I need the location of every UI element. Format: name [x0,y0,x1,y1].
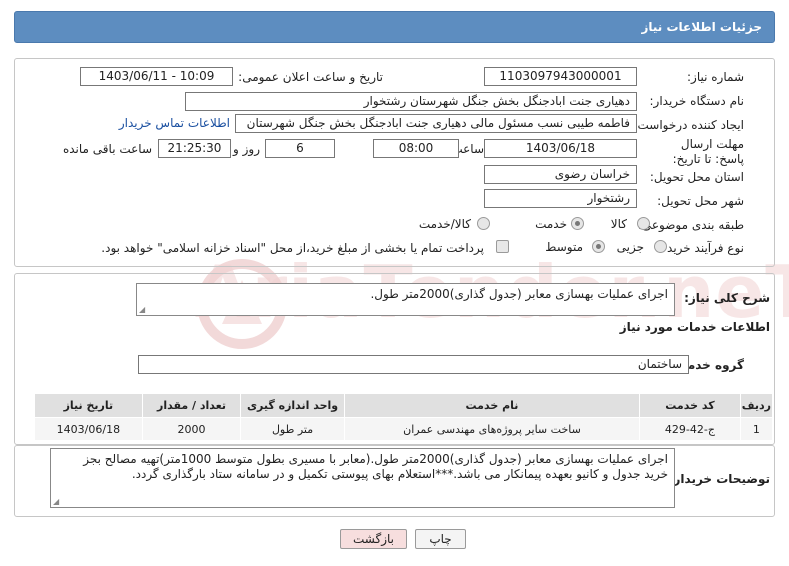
remaining-days-field: 6 [265,139,335,158]
category-radio-service[interactable] [571,217,584,230]
remaining-days-label: روز و [233,142,260,156]
city-label: شهر محل تحویل: [657,194,744,208]
need-summary-label: شرح کلی نیاز: [684,291,770,305]
remaining-time-field: 21:25:30 [158,139,231,158]
province-field: خراسان رضوی [484,165,637,184]
back-button[interactable]: بازگشت [340,529,407,549]
category-option-goods-service: کالا/خدمت [418,217,471,231]
province-label: استان محل تحویل: [649,170,744,184]
category-option-goods: کالا [610,217,627,231]
need-summary-textarea: اجرای عملیات بهسازی معابر (جدول گذاری)20… [136,283,675,316]
need-number-field: 1103097943000001 [484,67,637,86]
cell-need-date: 1403/06/18 [34,417,143,441]
buyer-notes-textarea: اجرای عملیات بهسازی معابر (جدول گذاری)20… [50,448,675,508]
category-radio-goods[interactable] [637,217,650,230]
process-radio-minor[interactable] [654,240,667,253]
category-option-service: خدمت [535,217,567,231]
requester-label: ایجاد کننده درخواست: [633,118,744,132]
resize-grip-icon[interactable]: ◢ [53,498,59,506]
city-field: رشتخوار [484,189,637,208]
category-radio-goods-service[interactable] [477,217,490,230]
col-row: ردیف [739,393,774,418]
buyer-notes-text: اجرای عملیات بهسازی معابر (جدول گذاری)20… [83,452,668,481]
col-need-date: تاریخ نیاز [34,393,143,418]
services-table-header: ردیف کد خدمت نام خدمت واحد اندازه گیری ت… [34,393,774,418]
deadline-label: مهلت ارسال پاسخ: تا تاریخ: [672,137,744,166]
print-button[interactable]: چاپ [415,529,466,549]
cell-service-code: ج-42-429 [639,417,741,441]
cell-row: 1 [739,417,774,441]
col-unit: واحد اندازه گیری [240,393,345,418]
services-section-title: اطلاعات خدمات مورد نیاز [619,320,770,334]
buyer-contact-link[interactable]: اطلاعات تماس خریدار [119,116,230,130]
col-quantity: تعداد / مقدار [141,393,242,418]
buyer-org-label: نام دستگاه خریدار: [649,94,745,108]
process-option-medium: متوسط [545,240,583,254]
deadline-date-field: 1403/06/18 [484,139,637,158]
requester-field: فاطمه طیبی نسب مسئول مالی دهیاری جنت ابا… [235,114,637,133]
buyer-notes-label: توضیحات خریدار: [668,472,770,486]
category-label: طبقه بندی موضوعی: [637,218,744,232]
process-type-label: نوع فرآیند خرید : [659,241,744,255]
services-table: ردیف کد خدمت نام خدمت واحد اندازه گیری ت… [34,393,774,441]
announce-datetime-field: 1403/06/11 - 10:09 [80,67,233,86]
buyer-org-field: دهیاری جنت ابادجنگل بخش جنگل شهرستان رشت… [185,92,637,111]
cell-unit: متر طول [240,417,345,441]
table-row: 1 ج-42-429 ساخت سایر پروژه‌های مهندسی عم… [34,417,774,441]
service-group-field: ساختمان [138,355,689,374]
treasury-payment-checkbox[interactable] [496,240,509,253]
treasury-payment-note: پرداخت تمام یا بخشی از مبلغ خرید،از محل … [101,241,484,255]
col-service-name: نام خدمت [343,393,641,418]
resize-grip-icon[interactable]: ◢ [139,306,145,314]
process-option-minor: جزیی [616,240,644,254]
page-title: جزئیات اطلاعات نیاز [641,20,762,34]
need-number-label: شماره نیاز: [687,70,744,84]
page-header: جزئیات اطلاعات نیاز [14,11,775,43]
deadline-time-field: 08:00 [373,139,459,158]
remaining-time-label: ساعت باقی مانده [62,142,152,156]
cell-service-name: ساخت سایر پروژه‌های مهندسی عمران [343,417,641,441]
need-summary-text: اجرای عملیات بهسازی معابر (جدول گذاری)20… [370,287,668,301]
process-radio-medium[interactable] [592,240,605,253]
announce-datetime-label: تاریخ و ساعت اعلان عمومی: [238,70,383,84]
col-service-code: کد خدمت [639,393,741,418]
cell-quantity: 2000 [141,417,242,441]
